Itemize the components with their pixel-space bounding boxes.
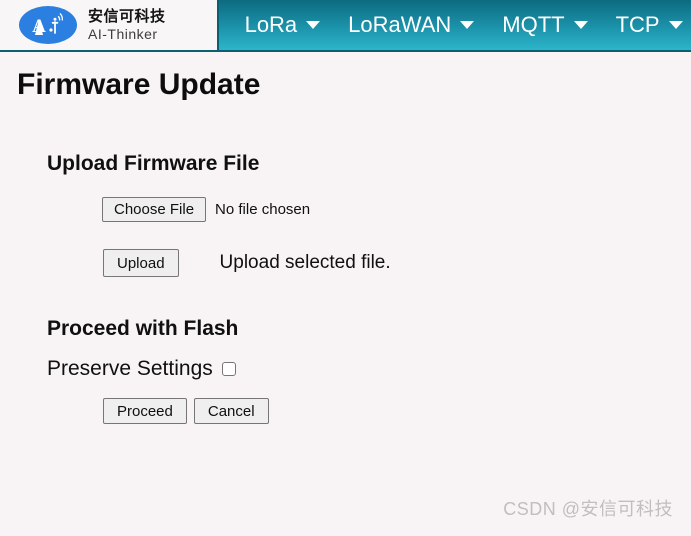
nav-item-lorawan[interactable]: LoRaWAN — [334, 12, 488, 38]
chevron-down-icon — [668, 21, 683, 29]
nav-item-lora[interactable]: LoRa — [231, 12, 335, 38]
nav-menu: LoRa LoRaWAN MQTT TCP — [219, 0, 691, 50]
choose-file-button[interactable]: Choose File — [102, 197, 207, 222]
proceed-button[interactable]: Proceed — [103, 398, 187, 424]
preserve-settings-label: Preserve Settings — [47, 357, 213, 380]
flash-action-row: Proceed Cancel — [103, 398, 269, 424]
nav-item-mqtt[interactable]: MQTT — [488, 12, 601, 38]
nav-item-label: LoRaWAN — [348, 12, 452, 37]
upload-button[interactable]: Upload — [103, 249, 179, 277]
top-navigation-bar: A 安信可科技 AI-Thinker LoRa LoRaWAN MQTT — [0, 0, 691, 52]
nav-item-label: TCP — [615, 12, 660, 37]
flash-section-heading: Proceed with Flash — [47, 317, 239, 340]
brand-name-en: AI-Thinker — [88, 25, 158, 42]
nav-item-tcp[interactable]: TCP — [602, 12, 691, 38]
nav-item-label: LoRa — [244, 12, 298, 37]
main-content: Firmware Update Upload Firmware File Cho… — [0, 52, 691, 536]
chevron-down-icon — [306, 21, 321, 29]
page-title: Firmware Update — [17, 68, 261, 101]
nav-item-label: MQTT — [502, 12, 565, 37]
upload-section-heading: Upload Firmware File — [47, 152, 260, 175]
cancel-button[interactable]: Cancel — [193, 398, 269, 424]
chevron-down-icon — [573, 21, 588, 29]
file-status-text: No file chosen — [215, 201, 311, 218]
brand-text: 安信可科技 AI-Thinker — [88, 9, 166, 41]
ai-thinker-logo-icon: A — [18, 5, 78, 45]
brand-logo-area[interactable]: A 安信可科技 AI-Thinker — [0, 0, 219, 50]
file-input-row: Choose File No file chosen — [102, 197, 310, 222]
chevron-down-icon — [460, 21, 475, 29]
upload-action-row: Upload Upload selected file. — [103, 249, 391, 277]
upload-hint-text: Upload selected file. — [219, 252, 391, 273]
watermark-text: CSDN @安信可科技 — [503, 499, 673, 519]
preserve-settings-checkbox[interactable] — [221, 362, 236, 376]
preserve-settings-row: Preserve Settings — [47, 357, 236, 381]
brand-name-cn: 安信可科技 — [88, 7, 166, 25]
